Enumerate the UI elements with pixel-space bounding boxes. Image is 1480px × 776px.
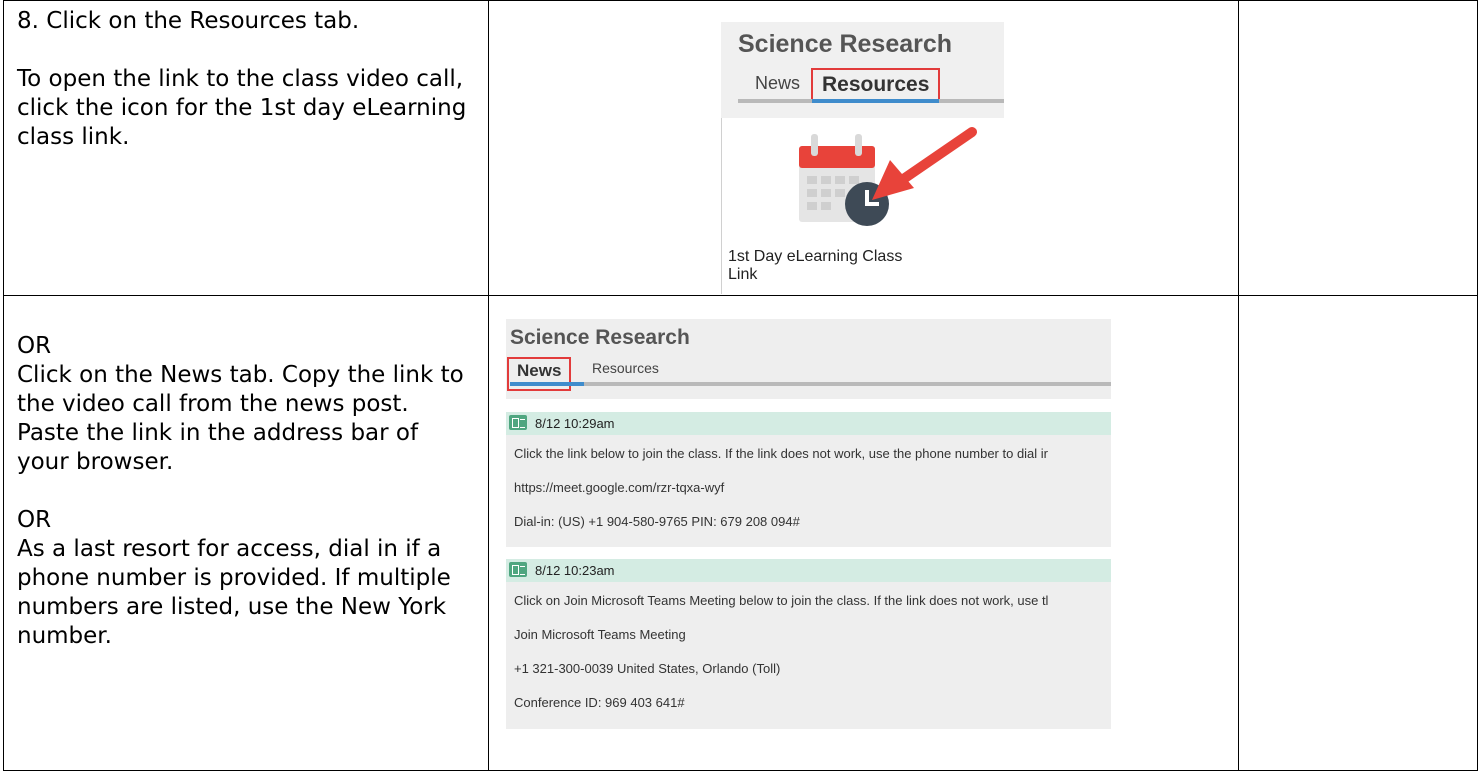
step-text: Click on the News tab. Copy the link to … <box>17 362 464 475</box>
screenshot-cell: Science Research News Resources 8/12 10:… <box>488 295 1239 771</box>
phone-number-text: +1 321-300-0039 United States, Orlando (… <box>514 661 781 676</box>
or-text: OR <box>17 333 52 359</box>
active-tab-underline <box>812 99 939 103</box>
news-icon <box>509 562 527 577</box>
screenshot-cell: Science Research News Resources 1st Day … <box>488 0 1239 296</box>
or-text: OR <box>17 507 52 533</box>
post-body: Click on Join Microsoft Teams Meeting be… <box>506 582 1111 729</box>
post-body: Click the link below to join the class. … <box>506 435 1111 547</box>
conference-id-text: Conference ID: 969 403 641# <box>514 695 685 710</box>
course-title: Science Research <box>738 30 953 58</box>
empty-cell <box>1238 0 1478 296</box>
post-header: 8/12 10:23am <box>506 559 1111 582</box>
instruction-cell: OR Click on the News tab. Copy the link … <box>3 295 489 771</box>
pointer-arrow-icon <box>872 127 977 200</box>
divider <box>721 118 722 294</box>
post-text: Click on Join Microsoft Teams Meeting be… <box>514 593 1049 608</box>
instruction-cell: 8. Click on the Resources tab. To open t… <box>3 0 489 296</box>
tab-news[interactable]: News <box>755 73 800 94</box>
tab-bar-line <box>510 382 1111 386</box>
tab-resources[interactable]: Resources <box>592 360 659 376</box>
resources-screenshot: Science Research News Resources 1st Day … <box>721 22 1004 294</box>
news-icon <box>509 415 527 430</box>
step-text: 8. Click on the Resources tab. <box>17 8 360 34</box>
meeting-link[interactable]: https://meet.google.com/rzr-tqxa-wyf <box>514 480 724 495</box>
active-tab-underline <box>510 382 584 386</box>
empty-cell <box>1238 295 1478 771</box>
course-header: Science Research News Resources <box>506 319 1111 399</box>
post-timestamp: 8/12 10:29am <box>535 416 615 431</box>
resource-label[interactable]: 1st Day eLearning Class Link <box>728 248 928 284</box>
post-text: Click the link below to join the class. … <box>514 446 1049 461</box>
tab-resources[interactable]: Resources <box>811 68 941 102</box>
teams-meeting-link[interactable]: Join Microsoft Teams Meeting <box>514 627 686 642</box>
post-timestamp: 8/12 10:23am <box>535 563 615 578</box>
instruction-table: 8. Click on the Resources tab. To open t… <box>3 0 1478 771</box>
news-screenshot: Science Research News Resources 8/12 10:… <box>506 319 1111 755</box>
post-header: 8/12 10:29am <box>506 412 1111 435</box>
course-title: Science Research <box>510 326 690 349</box>
news-post: 8/12 10:23am Click on Join Microsoft Tea… <box>506 559 1111 729</box>
dial-in-text: Dial-in: (US) +1 904-580-9765 PIN: 679 2… <box>514 514 800 529</box>
step-text: As a last resort for access, dial in if … <box>17 536 451 649</box>
step-text: To open the link to the class video call… <box>17 66 467 150</box>
course-header: Science Research News Resources <box>721 22 1004 118</box>
news-post: 8/12 10:29am Click the link below to joi… <box>506 412 1111 547</box>
